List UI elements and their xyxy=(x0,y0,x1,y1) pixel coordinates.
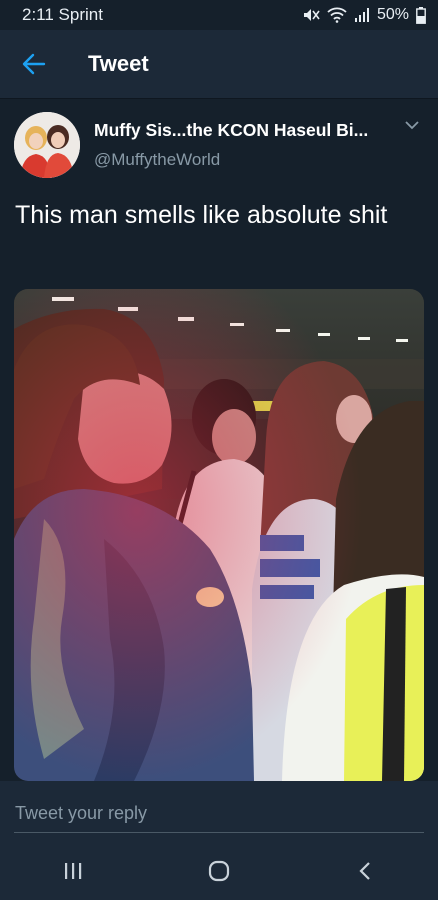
system-nav-bar xyxy=(0,841,438,900)
reply-underline xyxy=(14,832,424,833)
status-icons: 50% xyxy=(302,6,426,24)
chevron-down-icon[interactable] xyxy=(404,118,420,136)
battery-text: 50% xyxy=(376,6,409,23)
wifi-icon xyxy=(327,7,347,23)
tweet-text: This man smells like absolute shit xyxy=(15,201,388,229)
app-bar: Tweet xyxy=(0,30,438,99)
back-arrow-icon[interactable] xyxy=(16,46,52,82)
signal-icon xyxy=(354,7,370,23)
avatar[interactable] xyxy=(14,112,80,178)
tweet-author: Muffy Sis...the KCON Haseul Bi... @Muffy… xyxy=(14,112,424,182)
display-name[interactable]: Muffy Sis...the KCON Haseul Bi... xyxy=(94,120,368,141)
author-names: Muffy Sis...the KCON Haseul Bi... @Muffy… xyxy=(94,120,368,182)
reply-input[interactable]: Tweet your reply xyxy=(15,803,147,824)
carrier-time: 2:11 Sprint xyxy=(22,5,103,24)
page-title: Tweet xyxy=(88,51,149,76)
home-icon[interactable] xyxy=(189,851,249,891)
status-bar: 2:11 Sprint 50% xyxy=(0,0,438,30)
back-icon[interactable] xyxy=(335,851,395,891)
battery-icon xyxy=(416,6,426,24)
user-handle[interactable]: @MuffytheWorld xyxy=(94,150,368,170)
recent-apps-icon[interactable] xyxy=(43,851,103,891)
tweet-photo[interactable] xyxy=(14,289,424,781)
mute-icon xyxy=(302,7,320,23)
reply-bar[interactable]: Tweet your reply xyxy=(0,781,438,841)
